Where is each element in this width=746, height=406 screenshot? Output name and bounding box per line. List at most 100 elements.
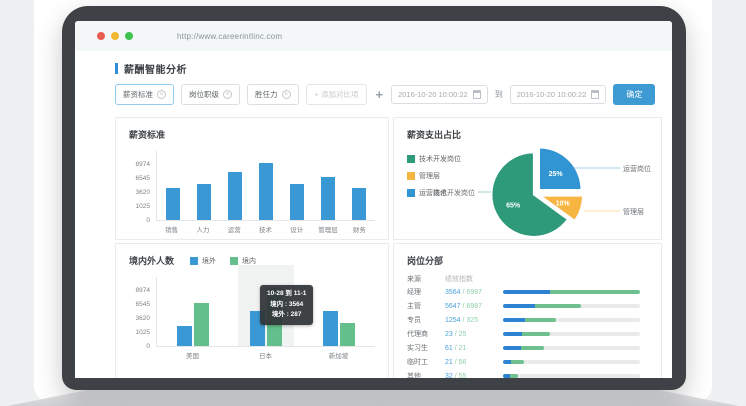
table-row[interactable]: 专员1254 / 325 [407,313,648,327]
date-to-input[interactable]: 2016-10-20 10:00:22 [510,85,607,104]
bar[interactable] [194,303,209,346]
url-text[interactable]: http://www.careerintlinc.com [177,32,282,41]
table-row[interactable]: 主管5647 / 6987 [407,299,648,313]
bar[interactable] [290,184,304,220]
bar[interactable] [352,188,366,220]
value-green: / 325 [461,317,479,324]
legend-item[interactable]: 境外 [190,256,216,266]
tag-label: 胜任力 [255,89,278,100]
y-axis: 89746545362010250 [129,151,156,221]
add-comparison-button[interactable]: + 添加对比项 [306,84,368,105]
pie-percent-label: 10% [556,200,571,207]
tag-position-grade[interactable]: 岗位职级 [181,84,240,105]
filter-toolbar: 薪资标准 岗位职级 胜任力 + 添加对比项 + 2016-10-20 10:00… [115,84,662,105]
progress-green [535,304,582,308]
x-category-label: 运营 [219,224,250,234]
calendar-icon[interactable] [473,90,481,99]
date-from-input[interactable]: 2016-10-20 10:00:22 [391,85,488,104]
progress-blue [503,290,550,294]
bar[interactable] [340,323,355,346]
row-values: 21 / 56 [445,359,503,366]
dashboard-grid: 薪资标准 89746545362010250 销售人力运营技术设计管理层财务 薪… [115,117,662,378]
bar-group [177,303,209,346]
table-row[interactable]: 经理3564 / 6987 [407,285,648,299]
progress-track [503,304,640,308]
progress-green [550,290,640,294]
value-green: / 6987 [461,303,482,310]
page-content: 薪酬智能分析 薪资标准 岗位职级 胜任力 + 添加对比项 + 2016-10-2… [75,51,672,378]
progress-green [522,332,549,336]
window-minimize-dot-icon[interactable] [111,32,119,40]
confirm-button[interactable]: 确定 [613,84,655,105]
pie-percent-label: 65% [506,203,521,210]
x-category-label: 财务 [344,224,375,234]
pie-slice-label: 运营岗位 [623,164,651,173]
y-tick-label: 3620 [136,189,150,196]
table-header: 来源 绩效指数 [407,273,648,285]
bar[interactable] [177,326,192,346]
x-category-label: 美国 [156,350,229,360]
bar[interactable] [321,177,335,220]
legend-item[interactable]: 境内 [230,256,256,266]
panel-salary-expense-pie: 薪资支出占比 技术开发岗位管理层运营岗位 25%运营岗位10%管理层65%技术开… [393,117,662,240]
row-label: 专员 [407,315,445,325]
tag-competency[interactable]: 胜任力 [247,84,299,105]
table-row[interactable]: 实习生61 / 21 [407,341,648,355]
plus-icon[interactable]: + [374,87,384,102]
calendar-icon[interactable] [591,90,599,99]
bar[interactable] [259,163,273,220]
pie-slice-label: 技术开发岗位 [433,188,475,197]
remove-tag-icon[interactable] [157,90,166,99]
value-blue: 61 [445,345,453,352]
value-blue: 23 [445,331,453,338]
bar[interactable] [197,184,211,220]
value-blue: 3564 [445,289,461,296]
y-tick-label: 0 [146,217,150,224]
tag-salary-standard[interactable]: 薪资标准 [115,84,174,105]
bar-slot [282,151,313,220]
bar[interactable] [228,172,242,220]
progress-track [503,332,640,336]
tooltip-line: 10-28 到 11-1 [267,289,306,300]
value-green: / 25 [453,331,467,338]
remove-tag-icon[interactable] [223,90,232,99]
pie-slice[interactable] [539,148,581,190]
x-category-label: 管理层 [312,224,343,234]
pie-chart: 25%运营岗位10%管理层65%技术开发岗位 [394,142,663,255]
bar[interactable] [323,311,338,346]
progress-blue [503,304,535,308]
bar-slot [157,151,188,220]
x-axis-labels: 销售人力运营技术设计管理层财务 [156,224,375,234]
progress-track [503,318,640,322]
table-row[interactable]: 临时工21 / 56 [407,355,648,369]
date-from-value: 2016-10-20 10:00:22 [398,90,468,99]
row-label: 主管 [407,301,445,311]
progress-green [511,360,523,364]
table-row[interactable]: 代理商23 / 25 [407,327,648,341]
bar[interactable] [166,188,180,220]
value-green: / 55 [453,373,467,379]
pie-slice-label: 管理层 [623,207,644,216]
window-maximize-dot-icon[interactable] [125,32,133,40]
table-row[interactable]: 其他32 / 55 [407,369,648,378]
progress-blue [503,346,521,350]
progress-track [503,290,640,294]
x-axis-labels: 美国日本新加坡 [156,350,375,360]
progress-blue [503,318,525,322]
remove-tag-icon[interactable] [282,90,291,99]
progress-green [521,346,544,350]
progress-green [525,318,557,322]
row-label: 临时工 [407,357,445,367]
x-category-label: 技术 [250,224,281,234]
progress-blue [503,360,511,364]
window-close-dot-icon[interactable] [97,32,105,40]
progress-track [503,374,640,378]
tooltip-line: 境内 : 3564 [267,300,306,311]
browser-titlebar: http://www.careerintlinc.com [75,21,672,51]
date-to-value: 2016-10-20 10:00:22 [517,90,587,99]
chart-legend: 境外 境内 [190,256,256,266]
table-rows: 经理3564 / 6987主管5647 / 6987专员1254 / 325代理… [407,285,648,378]
x-category-label: 设计 [281,224,312,234]
y-tick-label: 1025 [136,329,150,336]
bar-group [323,311,355,346]
